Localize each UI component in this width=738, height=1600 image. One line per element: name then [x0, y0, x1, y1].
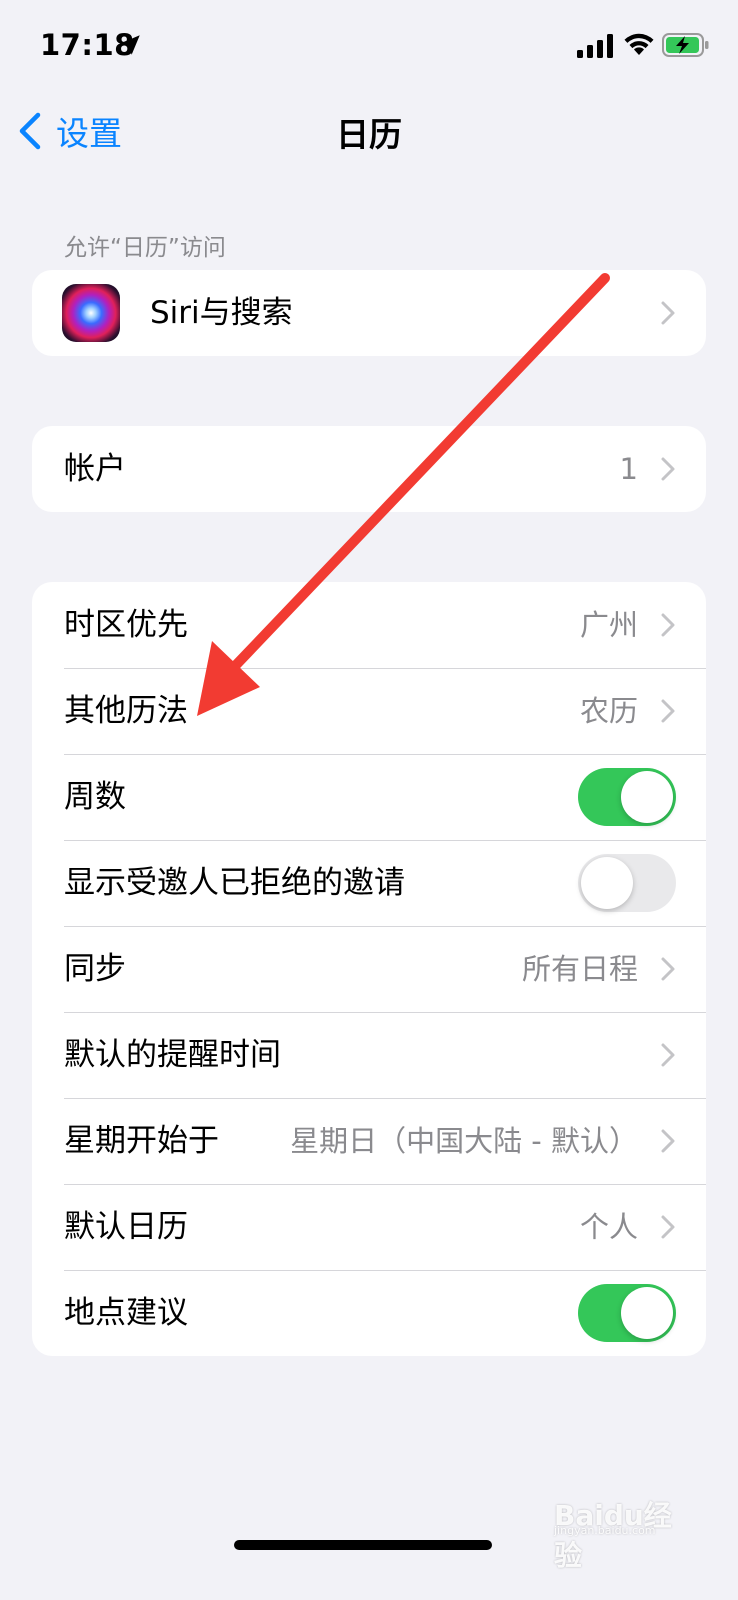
row-label: 同步 [64, 951, 126, 987]
row-default-alert-times[interactable]: 默认的提醒时间 [32, 1012, 706, 1098]
group-access: Siri与搜索 [32, 270, 706, 356]
row-show-declined-invitees: 显示受邀人已拒绝的邀请 [32, 840, 706, 926]
declined-invitees-toggle[interactable] [578, 854, 676, 912]
row-label: 星期开始于 [64, 1123, 219, 1159]
row-start-week-on[interactable]: 星期开始于 星期日（中国大陆 - 默认） [32, 1098, 706, 1184]
location-arrow-icon [120, 35, 140, 55]
battery-charging-icon [662, 33, 709, 57]
watermark-logo: Baidu经验 jingyan.baidu.com [554, 1490, 694, 1572]
toggle-knob [581, 857, 633, 909]
row-week-numbers: 周数 [32, 754, 706, 840]
group-calendar-settings: 时区优先 广州 其他历法 农历 周数 显示受邀人已拒绝的邀请 同步 所有日程 默… [32, 582, 706, 1356]
chevron-right-icon [661, 613, 675, 637]
row-value: 农历 [579, 694, 638, 728]
toggle-knob [621, 771, 673, 823]
wifi-icon [624, 33, 654, 55]
chevron-right-icon [661, 457, 675, 481]
row-label: 帐户 [64, 451, 126, 487]
row-location-suggestions: 地点建议 [32, 1270, 706, 1356]
week-numbers-toggle[interactable] [578, 768, 676, 826]
row-value: 星期日（中国大陆 - 默认） [290, 1124, 638, 1158]
group-accounts: 帐户 1 [32, 426, 706, 512]
row-value: 个人 [579, 1210, 638, 1244]
row-label: 地点建议 [64, 1295, 188, 1331]
chevron-right-icon [661, 1129, 675, 1153]
chevron-right-icon [661, 1215, 675, 1239]
home-indicator[interactable] [234, 1540, 492, 1550]
row-accounts[interactable]: 帐户 1 [32, 426, 706, 512]
row-value: 广州 [579, 608, 638, 642]
row-siri-search[interactable]: Siri与搜索 [32, 270, 706, 356]
row-label: Siri与搜索 [150, 295, 293, 331]
row-sync[interactable]: 同步 所有日程 [32, 926, 706, 1012]
row-label: 其他历法 [64, 693, 188, 729]
chevron-right-icon [661, 699, 675, 723]
row-label: 周数 [64, 779, 126, 815]
row-label: 默认日历 [64, 1209, 188, 1245]
row-label: 显示受邀人已拒绝的邀请 [64, 865, 405, 901]
page-title: 日历 [336, 115, 402, 154]
row-value: 所有日程 [521, 952, 638, 986]
cellular-signal-icon [577, 34, 613, 58]
row-alternate-calendars[interactable]: 其他历法 农历 [32, 668, 706, 754]
siri-icon [62, 284, 120, 342]
chevron-right-icon [661, 957, 675, 981]
location-suggestions-toggle[interactable] [578, 1284, 676, 1342]
row-timezone-override[interactable]: 时区优先 广州 [32, 582, 706, 668]
section-header-access: 允许“日历”访问 [64, 235, 226, 261]
row-label: 时区优先 [64, 607, 188, 643]
chevron-right-icon [661, 1043, 675, 1067]
toggle-knob [621, 1287, 673, 1339]
row-label: 默认的提醒时间 [64, 1037, 281, 1073]
status-bar: 17:18 [0, 0, 738, 90]
watermark-url: jingyan.baidu.com [554, 1524, 656, 1537]
row-value: 1 [619, 452, 638, 486]
row-default-calendar[interactable]: 默认日历 个人 [32, 1184, 706, 1270]
chevron-right-icon [661, 301, 675, 325]
